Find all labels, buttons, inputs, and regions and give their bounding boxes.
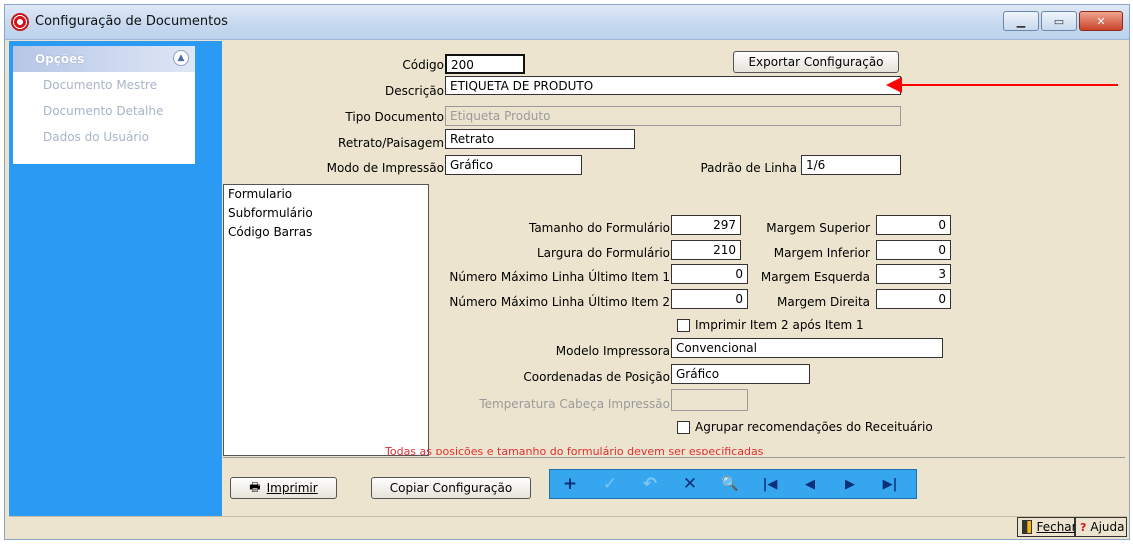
copiar-configuracao-button[interactable]: Copiar Configuração — [371, 477, 531, 499]
record-navigator: + ✓ ↶ ✕ 🔍 |◀ ◀ ▶ ▶| — [549, 469, 917, 499]
collapse-icon[interactable]: ▲ — [173, 50, 189, 66]
margem-direita-field[interactable]: 0 — [876, 289, 951, 309]
retrato-paisagem-label: Retrato/Paisagem — [338, 136, 444, 150]
exit-door-icon: ▌ — [1022, 520, 1033, 534]
close-icon: ✕ — [1096, 14, 1106, 28]
app-icon — [11, 13, 29, 31]
numero-maximo-item1-label: Número Máximo Linha Último Item 1 — [449, 270, 670, 284]
window-controls: ▁ ▭ ✕ — [1003, 11, 1123, 31]
footer-divider — [9, 516, 1127, 517]
undo-icon[interactable]: ↶ — [630, 474, 670, 494]
imprimir-item2-label: Imprimir Item 2 após Item 1 — [695, 318, 864, 332]
margem-inferior-label: Margem Inferior — [773, 246, 870, 260]
margem-direita-label: Margem Direita — [777, 295, 870, 309]
options-header[interactable]: Opções ▲ — [13, 46, 195, 72]
list-item[interactable]: Subformulário — [224, 204, 428, 223]
margem-superior-field[interactable]: 0 — [876, 215, 951, 235]
confirm-icon[interactable]: ✓ — [590, 474, 630, 494]
previous-record-icon[interactable]: ◀ — [790, 477, 830, 492]
sidebar-item-dados-usuario[interactable]: Dados do Usuário — [13, 124, 195, 150]
tipo-documento-field: Etiqueta Produto — [445, 106, 901, 126]
annotation-arrow-line — [900, 84, 1118, 86]
options-title: Opções — [35, 52, 85, 66]
next-record-icon[interactable]: ▶ — [830, 477, 870, 492]
padrao-linha-label: Padrão de Linha — [700, 161, 797, 175]
tamanho-formulario-field[interactable]: 297 — [671, 215, 741, 235]
delete-icon[interactable]: ✕ — [670, 474, 710, 494]
modelo-impressora-label: Modelo Impressora — [555, 344, 670, 358]
first-record-icon[interactable]: |◀ — [750, 477, 790, 492]
sidebar-item-documento-mestre[interactable]: Documento Mestre — [13, 72, 195, 98]
sections-list[interactable]: Formulario Subformulário Código Barras — [223, 184, 429, 456]
agrupar-recomendacoes-label: Agrupar recomendações do Receituário — [695, 420, 933, 434]
imprimir-item2-checkbox[interactable]: Imprimir Item 2 após Item 1 — [677, 318, 864, 332]
modo-impressao-label: Modo de Impressão — [326, 161, 444, 175]
margem-superior-label: Margem Superior — [766, 221, 870, 235]
margem-esquerda-field[interactable]: 3 — [876, 264, 951, 284]
modo-impressao-field[interactable]: Gráfico — [445, 155, 582, 175]
fechar-label: Fechar — [1036, 520, 1077, 534]
printer-icon: 🖶 — [249, 479, 261, 494]
codigo-label: Código — [402, 58, 444, 72]
list-item[interactable]: Código Barras — [224, 223, 428, 242]
imprimir-button[interactable]: 🖶 Imprimir — [230, 477, 337, 499]
tamanho-formulario-label: Tamanho do Formulário — [528, 221, 670, 235]
add-icon[interactable]: + — [550, 474, 590, 494]
minimize-button[interactable]: ▁ — [1003, 11, 1039, 31]
temperatura-cabeca-field — [671, 389, 748, 411]
margem-esquerda-label: Margem Esquerda — [760, 270, 870, 284]
window-title: Configuração de Documentos — [35, 14, 228, 29]
warning-text: Todas as posições e tamanho do formulári… — [385, 445, 764, 455]
descricao-field[interactable]: ETIQUETA DE PRODUTO — [445, 76, 901, 95]
imprimir-label: Imprimir — [266, 481, 318, 495]
temperatura-cabeca-label: Temperatura Cabeça Impressão — [479, 397, 670, 411]
margem-inferior-field[interactable]: 0 — [876, 240, 951, 260]
maximize-icon: ▭ — [1053, 14, 1065, 28]
sidebar: Opções ▲ Documento Mestre Documento Deta… — [9, 41, 222, 516]
last-record-icon[interactable]: ▶| — [870, 477, 910, 492]
modelo-impressora-field[interactable]: Convencional — [671, 338, 943, 358]
numero-maximo-item2-field[interactable]: 0 — [671, 289, 748, 309]
close-button[interactable]: ✕ — [1079, 11, 1123, 31]
title-bar: Configuração de Documentos ▁ ▭ ✕ — [5, 5, 1129, 40]
divider — [223, 457, 1125, 458]
ajuda-button[interactable]: ? Ajuda — [1075, 517, 1127, 537]
maximize-button[interactable]: ▭ — [1041, 11, 1077, 31]
sidebar-item-documento-detalhe[interactable]: Documento Detalhe — [13, 98, 195, 124]
ajuda-label: Ajuda — [1090, 520, 1125, 534]
numero-maximo-item1-field[interactable]: 0 — [671, 264, 748, 284]
search-icon[interactable]: 🔍 — [710, 476, 750, 492]
coordenadas-posicao-label: Coordenadas de Posição — [523, 370, 670, 384]
fechar-button[interactable]: ▌ Fechar — [1017, 517, 1077, 537]
codigo-field[interactable]: 200 — [445, 54, 525, 74]
options-panel: Opções ▲ Documento Mestre Documento Deta… — [13, 46, 195, 164]
list-item[interactable]: Formulario — [224, 185, 428, 204]
padrao-linha-field[interactable]: 1/6 — [801, 155, 901, 175]
coordenadas-posicao-field[interactable]: Gráfico — [671, 364, 810, 384]
checkbox-icon — [677, 420, 690, 434]
help-icon: ? — [1080, 520, 1087, 534]
descricao-label: Descrição — [384, 84, 444, 98]
annotation-arrow-icon — [886, 77, 902, 93]
tipo-documento-label: Tipo Documento — [345, 110, 444, 124]
agrupar-recomendacoes-checkbox[interactable]: Agrupar recomendações do Receituário — [677, 420, 933, 434]
retrato-paisagem-field[interactable]: Retrato — [445, 129, 635, 149]
checkbox-icon — [677, 318, 690, 332]
exportar-configuracao-button[interactable]: Exportar Configuração — [733, 51, 899, 73]
largura-formulario-label: Largura do Formulário — [537, 246, 670, 260]
minimize-icon: ▁ — [1016, 14, 1026, 28]
numero-maximo-item2-label: Número Máximo Linha Último Item 2 — [449, 295, 670, 309]
largura-formulario-field[interactable]: 210 — [671, 240, 741, 260]
